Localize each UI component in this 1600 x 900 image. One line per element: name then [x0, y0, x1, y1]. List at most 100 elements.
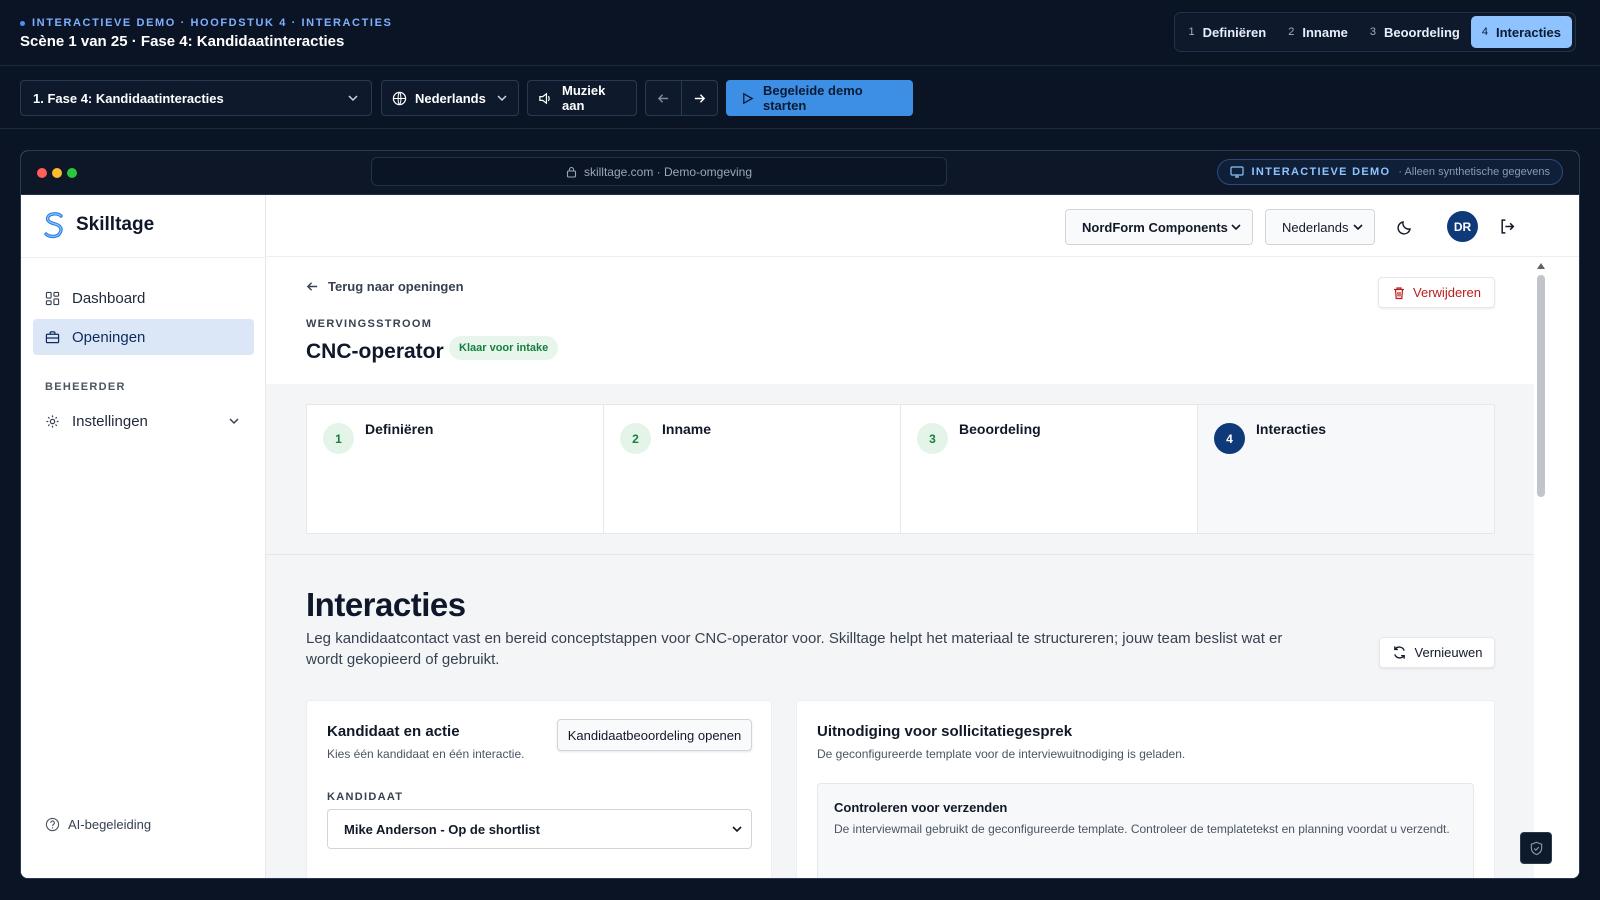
arrow-left-icon — [306, 282, 318, 291]
sidebar: Skilltage Dashboard Openingen BEHEERDER … — [21, 195, 266, 878]
workflow-step-interactions[interactable]: 4 Interacties — [1198, 405, 1494, 533]
globe-icon — [392, 91, 407, 105]
chevron-down-icon — [732, 826, 742, 833]
workflow-steps: 1 Definiëren 2 Inname 3 Beoordeling 4 Intera… — [306, 404, 1495, 534]
section-divider — [266, 554, 1534, 555]
demo-topbar: INTERACTIEVE DEMO · HOOFDSTUK 4 · INTERA… — [0, 0, 1600, 66]
privacy-shield-button[interactable] — [1520, 832, 1552, 864]
step-label: Definiëren — [365, 421, 434, 437]
demo-badge: INTERACTIEVE DEMO · Alleen synthetische … — [1216, 159, 1563, 185]
start-guided-demo-button[interactable]: Begeleide demo starten — [726, 80, 913, 116]
sidebar-item-settings[interactable]: Instellingen — [33, 403, 254, 439]
company-select[interactable]: NordForm Components — [1065, 209, 1253, 245]
sidebar-item-label: Instellingen — [72, 412, 148, 430]
step-label: Definiëren — [1202, 24, 1267, 40]
logout-icon[interactable] — [1499, 218, 1516, 235]
refresh-icon — [1393, 646, 1405, 659]
card-subtitle: Kies één kandidaat en één interactie. — [327, 747, 525, 761]
candidate-action-card: Kandidaat en actie Kies één kandidaat en… — [306, 700, 772, 878]
chapter-step-1[interactable]: 1 Definiëren — [1178, 16, 1278, 48]
status-badge: Klaar voor intake — [449, 336, 559, 360]
demo-badge-note: · Alleen synthetische gegevens — [1398, 166, 1550, 178]
brand-logo[interactable]: Skilltage — [41, 211, 154, 239]
review-notice-title: Controleren voor verzenden — [834, 800, 1008, 815]
step-label: Interacties — [1256, 421, 1327, 437]
play-icon — [743, 92, 754, 104]
scrollbar[interactable] — [1536, 261, 1546, 878]
sidebar-item-dashboard[interactable]: Dashboard — [33, 280, 254, 316]
close-window-dot[interactable] — [37, 168, 47, 178]
scroll-up-icon — [1537, 263, 1545, 269]
step-label: Beoordeling — [959, 421, 1041, 437]
previous-scene-button[interactable] — [646, 81, 682, 115]
avatar[interactable]: DR — [1447, 211, 1478, 242]
app-header: NordForm Components Nederlands DR — [266, 195, 1579, 257]
chapter-step-3[interactable]: 3 Beoordeling — [1359, 16, 1471, 48]
next-scene-button[interactable] — [682, 81, 718, 115]
workflow-step-define[interactable]: 1 Definiëren — [307, 405, 604, 533]
status-dot — [20, 20, 25, 26]
workflow-step-intake[interactable]: 2 Inname — [604, 405, 901, 533]
refresh-button[interactable]: Vernieuwen — [1379, 637, 1495, 668]
back-to-openings-link[interactable]: Terug naar openingen — [306, 279, 464, 294]
demo-badge-label: INTERACTIEVE DEMO — [1251, 166, 1391, 178]
candidate-field-label: KANDIDAAT — [327, 791, 404, 803]
step-number: 3 — [917, 423, 948, 454]
grid-icon — [45, 291, 60, 305]
step-label: Inname — [1302, 24, 1348, 40]
header-language-select[interactable]: Nederlands — [1265, 209, 1375, 245]
workflow-step-assessment[interactable]: 3 Beoordeling — [901, 405, 1198, 533]
browser-frame: skilltage.com · Demo-omgeving INTERACTIE… — [20, 150, 1580, 879]
arrow-left-icon — [657, 93, 668, 103]
language-select[interactable]: Nederlands — [381, 80, 519, 116]
scrollbar-thumb[interactable] — [1537, 275, 1545, 497]
company-value: NordForm Components — [1082, 219, 1228, 235]
step-number: 4 — [1214, 423, 1245, 454]
ai-guidance-link[interactable]: AI-begeleiding — [45, 817, 151, 832]
eyebrow-text: INTERACTIEVE DEMO · HOOFDSTUK 4 · INTERA… — [32, 17, 393, 29]
chevron-down-icon — [229, 418, 239, 425]
sidebar-divider — [21, 257, 266, 258]
candidate-select-value: Mike Anderson - Op de shortlist — [344, 821, 540, 837]
sidebar-item-openingen[interactable]: Openingen — [33, 319, 254, 355]
delete-label: Verwijderen — [1413, 285, 1481, 300]
delete-button[interactable]: Verwijderen — [1378, 277, 1495, 308]
chevron-down-icon — [348, 95, 358, 102]
section-heading: Interacties — [306, 586, 466, 623]
review-notice-text: De interviewmail gebruikt de geconfigure… — [834, 822, 1450, 836]
candidate-select[interactable]: Mike Anderson - Op de shortlist — [327, 809, 752, 849]
step-number: 2 — [620, 423, 651, 454]
card-title: Uitnodiging voor sollicitatiegesprek — [817, 723, 1073, 740]
review-notice: Controleren voor verzenden De interviewm… — [817, 783, 1474, 878]
sidebar-section-admin: BEHEERDER — [45, 381, 126, 393]
chapter-step-2[interactable]: 2 Inname — [1277, 16, 1359, 48]
music-label: Muziek aan — [562, 83, 606, 113]
address-bar[interactable]: skilltage.com · Demo-omgeving — [371, 157, 947, 186]
briefcase-icon — [45, 330, 60, 343]
brand-name: Skilltage — [76, 214, 155, 235]
scene-title: Scène 1 van 25 · Fase 4: Kandidaatintera… — [20, 33, 345, 50]
lock-icon — [566, 166, 577, 178]
flow-label: WERVINGSSTROOM — [306, 318, 433, 330]
scene-nav — [645, 80, 718, 116]
arrow-right-icon — [694, 93, 705, 103]
music-toggle[interactable]: Muziek aan — [527, 80, 637, 116]
maximize-window-dot[interactable] — [67, 168, 77, 178]
open-candidate-review-button[interactable]: Kandidaatbeoordeling openen — [557, 719, 752, 751]
gear-icon — [46, 414, 59, 428]
step-number: 3 — [1369, 26, 1376, 38]
chapter-step-4[interactable]: 4 Interacties — [1470, 16, 1572, 48]
step-number: 4 — [1481, 26, 1488, 38]
app-window: Skilltage Dashboard Openingen BEHEERDER … — [21, 195, 1579, 878]
step-label: Interacties — [1495, 24, 1561, 40]
chapter-select-value: 1. Fase 4: Kandidaatinteracties — [33, 90, 224, 106]
demo-eyebrow: INTERACTIEVE DEMO · HOOFDSTUK 4 · INTERA… — [20, 17, 392, 29]
moon-icon[interactable] — [1397, 219, 1413, 235]
minimize-window-dot[interactable] — [52, 168, 62, 178]
chapter-select[interactable]: 1. Fase 4: Kandidaatinteracties — [20, 80, 372, 116]
chevron-down-icon — [1353, 224, 1363, 231]
trash-icon — [1394, 286, 1405, 299]
language-value: Nederlands — [415, 90, 486, 106]
shield-check-icon — [1530, 841, 1542, 855]
main-content: NordForm Components Nederlands DR Terug … — [266, 195, 1579, 878]
